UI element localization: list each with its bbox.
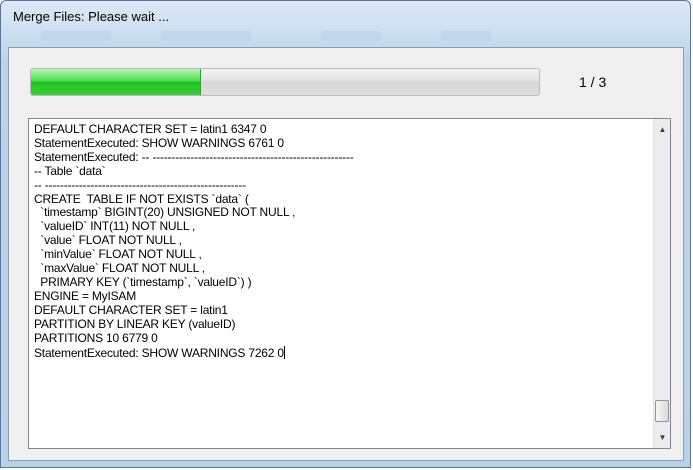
progress-count-label: 1 / 3	[579, 74, 607, 90]
background-ghost-shape	[441, 31, 491, 41]
scroll-up-arrow-icon[interactable]: ▲	[654, 121, 671, 138]
log-output-textbox[interactable]: DEFAULT CHARACTER SET = latin1 6347 0 St…	[28, 118, 671, 449]
dialog-client-area: 1 / 3 DEFAULT CHARACTER SET = latin1 634…	[8, 47, 684, 461]
log-line: `value` FLOAT NOT NULL ,	[34, 233, 182, 248]
log-line: ENGINE = MyISAM	[34, 288, 137, 303]
log-line: PRIMARY KEY (`timestamp`, `valueID`) )	[34, 274, 252, 289]
log-line: CREATE TABLE IF NOT EXISTS `data` (	[34, 191, 249, 206]
vertical-scrollbar[interactable]: ▲ ▼	[653, 119, 670, 448]
text-caret	[283, 345, 285, 359]
log-line: PARTITIONS 10 6779 0	[34, 330, 158, 345]
log-line: PARTITION BY LINEAR KEY (valueID)	[34, 316, 236, 331]
merge-progress-bar	[30, 68, 540, 96]
log-line: StatementExecuted: SHOW WARNINGS 6761 0	[34, 135, 284, 150]
log-line: DEFAULT CHARACTER SET = latin1	[34, 302, 228, 317]
background-ghost-shape	[161, 31, 251, 41]
log-line: `minValue` FLOAT NOT NULL ,	[34, 247, 202, 262]
window-title: Merge Files: Please wait ...	[13, 9, 170, 24]
progress-bar-fill	[31, 69, 202, 95]
log-line: `timestamp` BIGINT(20) UNSIGNED NOT NULL…	[34, 205, 296, 220]
background-ghost-shape	[41, 31, 111, 41]
log-line: DEFAULT CHARACTER SET = latin1 6347 0	[34, 122, 267, 136]
log-line: StatementExecuted: SHOW WARNINGS 7262 0	[34, 345, 284, 360]
background-ghost-shape	[321, 31, 381, 41]
log-line: `valueID` INT(11) NOT NULL ,	[34, 219, 196, 234]
log-line: `maxValue` FLOAT NOT NULL ,	[34, 261, 205, 276]
log-output-text[interactable]: DEFAULT CHARACTER SET = latin1 6347 0 St…	[34, 122, 649, 360]
merge-files-dialog: Merge Files: Please wait ... 1 / 3 DEFAU…	[0, 0, 691, 468]
title-bar[interactable]: Merge Files: Please wait ...	[1, 1, 690, 29]
scrollbar-thumb[interactable]	[655, 400, 669, 422]
scroll-down-arrow-icon[interactable]: ▼	[654, 429, 671, 446]
log-line: -- Table `data`	[34, 163, 106, 178]
log-line: -- -------------------------------------…	[34, 177, 246, 192]
log-line: StatementExecuted: -- ------------------…	[34, 149, 354, 164]
